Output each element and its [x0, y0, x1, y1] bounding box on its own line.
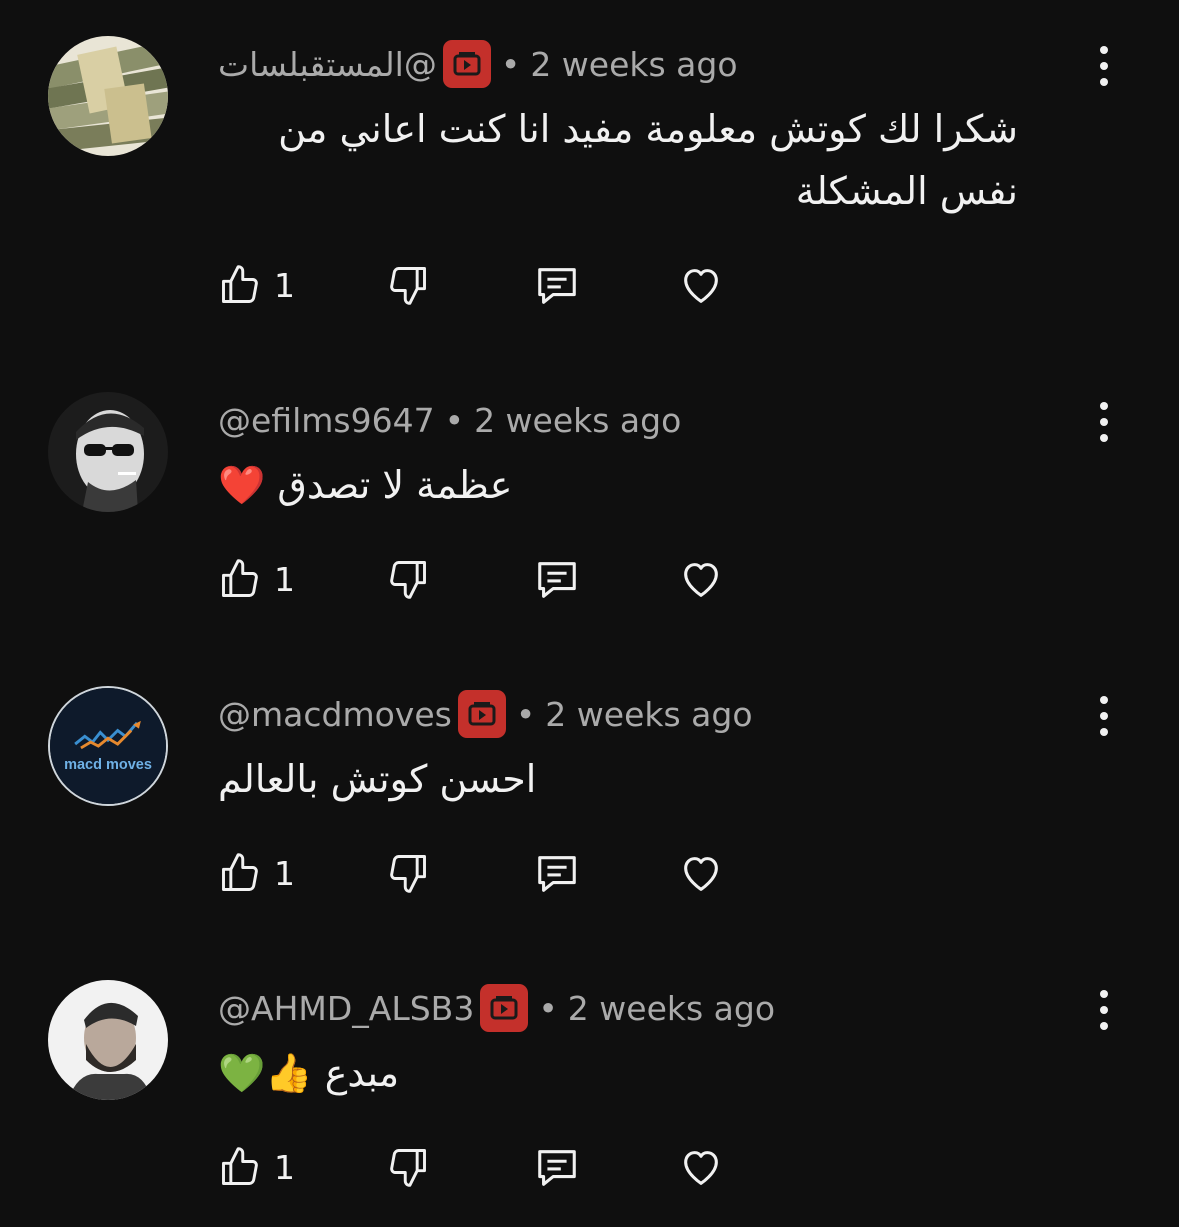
- reply-comment-icon: [538, 562, 576, 598]
- avatar[interactable]: [48, 36, 168, 156]
- meta-separator: •: [515, 694, 536, 734]
- comment-text: احسن كوتش بالعالم: [218, 748, 1038, 810]
- comment-1: @المستقبلسات • 2 weeks ago شكرا لك كوتش …: [0, 36, 1179, 326]
- thumbs-up-icon: [222, 1147, 258, 1185]
- author-handle[interactable]: @macdmoves: [218, 695, 452, 734]
- comment-time[interactable]: 2 weeks ago: [530, 45, 737, 84]
- youtube-member-badge-icon: [480, 984, 529, 1032]
- dislike-button[interactable]: [386, 554, 430, 604]
- avatar[interactable]: [48, 392, 168, 512]
- like-button[interactable]: 1: [218, 260, 295, 310]
- like-button[interactable]: 1: [218, 1142, 295, 1192]
- comment-meta: @AHMD_ALSB3 • 2 weeks ago: [218, 982, 775, 1034]
- comment-actions: 1: [218, 848, 738, 898]
- author-handle[interactable]: @المستقبلسات: [218, 45, 437, 84]
- more-vertical-icon[interactable]: [1092, 988, 1116, 1032]
- heart-icon: [684, 563, 718, 597]
- meta-separator: •: [444, 400, 465, 440]
- man-sunglasses-avatar-icon: [48, 392, 168, 512]
- heart-button[interactable]: [678, 554, 724, 604]
- heart-button[interactable]: [678, 1142, 724, 1192]
- comment-2: @efilms9647 • 2 weeks ago عظمة لا تصدق ❤…: [0, 392, 1179, 612]
- comment-text-body: احسن كوتش بالعالم: [218, 757, 537, 801]
- comment-3: macd moves @macdmoves • 2 weeks ago احسن…: [0, 686, 1179, 906]
- money-stack-avatar-icon: [48, 36, 168, 156]
- more-vertical-icon[interactable]: [1092, 44, 1116, 88]
- author-handle[interactable]: @efilms9647: [218, 401, 435, 440]
- comment-meta: @efilms9647 • 2 weeks ago: [218, 394, 681, 446]
- comment-text-body: عظمة لا تصدق ❤️: [218, 463, 513, 507]
- thumbs-up-icon: [222, 265, 258, 303]
- comment-actions: 1: [218, 1142, 738, 1192]
- comment-text-body: مبدع 👍💚: [218, 1051, 400, 1095]
- reply-comment-icon: [538, 268, 576, 304]
- more-vertical-icon[interactable]: [1092, 694, 1116, 738]
- like-button[interactable]: 1: [218, 554, 295, 604]
- bearded-man-avatar-icon: [48, 980, 168, 1100]
- heart-icon: [684, 269, 718, 303]
- avatar[interactable]: [48, 980, 168, 1100]
- youtube-member-badge-icon: [442, 40, 491, 88]
- comment-time[interactable]: 2 weeks ago: [568, 989, 775, 1028]
- comment-actions: 1: [218, 554, 738, 604]
- thumbs-down-icon: [390, 1149, 426, 1187]
- macd-moves-logo-avatar-icon: macd moves: [50, 688, 166, 804]
- comment-time[interactable]: 2 weeks ago: [474, 401, 681, 440]
- thumbs-down-icon: [390, 267, 426, 305]
- heart-icon: [684, 1151, 718, 1185]
- like-count: 1: [274, 265, 295, 305]
- reply-button[interactable]: [534, 848, 580, 898]
- meta-separator: •: [500, 44, 521, 84]
- thumbs-down-icon: [390, 561, 426, 599]
- like-count: 1: [274, 1147, 295, 1187]
- dislike-button[interactable]: [386, 1142, 430, 1192]
- author-handle[interactable]: @AHMD_ALSB3: [218, 989, 474, 1028]
- comment-actions: 1: [218, 260, 738, 310]
- like-count: 1: [274, 853, 295, 893]
- avatar[interactable]: macd moves: [48, 686, 168, 806]
- heart-button[interactable]: [678, 260, 724, 310]
- comment-4: @AHMD_ALSB3 • 2 weeks ago مبدع 👍💚 1: [0, 980, 1179, 1200]
- heart-icon: [684, 857, 718, 891]
- dislike-button[interactable]: [386, 260, 430, 310]
- reply-button[interactable]: [534, 260, 580, 310]
- heart-button[interactable]: [678, 848, 724, 898]
- reply-comment-icon: [538, 856, 576, 892]
- reply-comment-icon: [538, 1150, 576, 1186]
- thumbs-up-icon: [222, 853, 258, 891]
- comment-meta: @macdmoves • 2 weeks ago: [218, 688, 753, 740]
- like-count: 1: [274, 559, 295, 599]
- comment-time[interactable]: 2 weeks ago: [545, 695, 752, 734]
- macd-logo-text: macd moves: [64, 757, 152, 773]
- comment-meta: @المستقبلسات • 2 weeks ago: [218, 38, 738, 90]
- more-vertical-icon[interactable]: [1092, 400, 1116, 444]
- like-button[interactable]: 1: [218, 848, 295, 898]
- comment-text: عظمة لا تصدق ❤️: [218, 454, 1038, 516]
- comment-text: مبدع 👍💚: [218, 1042, 1038, 1104]
- youtube-member-badge-icon: [457, 690, 506, 738]
- thumbs-up-icon: [222, 559, 258, 597]
- dislike-button[interactable]: [386, 848, 430, 898]
- comment-text: شكرا لك كوتش معلومة مفيد انا كنت اعاني م…: [218, 98, 1018, 222]
- reply-button[interactable]: [534, 1142, 580, 1192]
- thumbs-down-icon: [390, 855, 426, 893]
- reply-button[interactable]: [534, 554, 580, 604]
- meta-separator: •: [538, 988, 558, 1028]
- comment-text-body: شكرا لك كوتش معلومة مفيد انا كنت اعاني م…: [278, 107, 1018, 213]
